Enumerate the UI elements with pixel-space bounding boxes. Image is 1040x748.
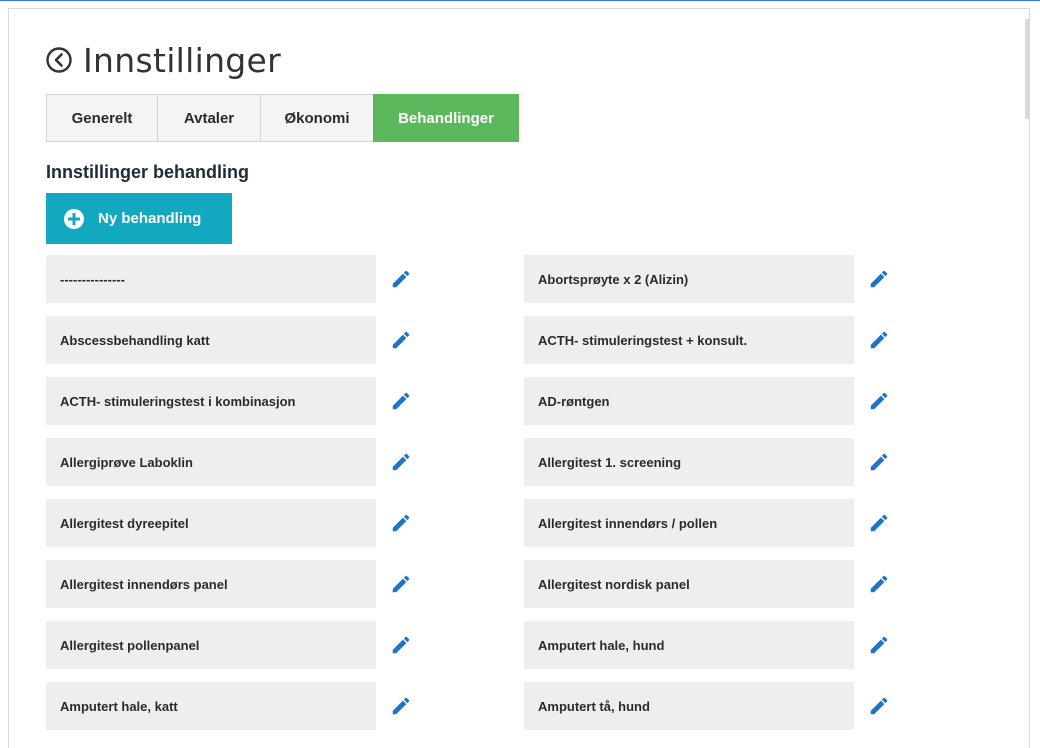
treatment-item[interactable]: ---------------	[46, 255, 376, 303]
pencil-icon[interactable]	[386, 386, 416, 416]
chevron-left-circle-icon[interactable]	[44, 45, 74, 75]
treatment-row: Allergitest dyreepitel	[46, 499, 416, 547]
treatment-row: Amputert tå, hund	[524, 682, 894, 730]
treatment-item[interactable]: Abortsprøyte x 2 (Alizin)	[524, 255, 854, 303]
page-title: Innstillinger	[83, 40, 282, 80]
treatment-item[interactable]: Allergitest innendørs panel	[46, 560, 376, 608]
treatment-row: Abscessbehandling katt	[46, 316, 416, 364]
treatment-item[interactable]: Allergitest innendørs / pollen	[524, 499, 854, 547]
treatment-item[interactable]: Abscessbehandling katt	[46, 316, 376, 364]
treatment-item[interactable]: Amputert tå, hund	[524, 682, 854, 730]
new-treatment-button[interactable]: Ny behandling	[46, 193, 232, 244]
treatment-item[interactable]: Allergitest nordisk panel	[524, 560, 854, 608]
treatment-row: AD-røntgen	[524, 377, 894, 425]
treatment-row: Amputert hale, hund	[524, 621, 894, 669]
treatment-row: Allergitest nordisk panel	[524, 560, 894, 608]
pencil-icon[interactable]	[864, 447, 894, 477]
pencil-icon[interactable]	[386, 325, 416, 355]
pencil-icon[interactable]	[386, 447, 416, 477]
pencil-icon[interactable]	[386, 508, 416, 538]
treatment-item[interactable]: Allergitest dyreepitel	[46, 499, 376, 547]
pencil-icon[interactable]	[864, 630, 894, 660]
pencil-icon[interactable]	[864, 691, 894, 721]
pencil-icon[interactable]	[864, 569, 894, 599]
tab-generelt[interactable]: Generelt	[46, 94, 157, 142]
treatment-row: Amputert hale, katt	[46, 682, 416, 730]
treatment-item[interactable]: Amputert hale, hund	[524, 621, 854, 669]
tab-avtaler[interactable]: Avtaler	[157, 94, 260, 142]
pencil-icon[interactable]	[864, 325, 894, 355]
treatment-item[interactable]: Allergitest 1. screening	[524, 438, 854, 486]
page-header: Innstillinger	[44, 36, 281, 84]
treatment-row: ---------------	[46, 255, 416, 303]
treatment-row: Allergiprøve Laboklin	[46, 438, 416, 486]
pencil-icon[interactable]	[386, 691, 416, 721]
treatment-item[interactable]: AD-røntgen	[524, 377, 854, 425]
scrollbar[interactable]	[1025, 19, 1029, 119]
tab-okonomi[interactable]: Økonomi	[260, 94, 373, 142]
pencil-icon[interactable]	[864, 264, 894, 294]
plus-circle-icon	[64, 208, 84, 229]
pencil-icon[interactable]	[864, 386, 894, 416]
pencil-icon[interactable]	[386, 569, 416, 599]
pencil-icon[interactable]	[386, 264, 416, 294]
settings-tabs: Generelt Avtaler Økonomi Behandlinger	[46, 94, 519, 142]
treatment-row: Allergitest pollenpanel	[46, 621, 416, 669]
treatment-item[interactable]: ACTH- stimuleringstest + konsult.	[524, 316, 854, 364]
treatment-row: ACTH- stimuleringstest i kombinasjon	[46, 377, 416, 425]
treatment-item[interactable]: ACTH- stimuleringstest i kombinasjon	[46, 377, 376, 425]
treatment-row: Allergitest innendørs panel	[46, 560, 416, 608]
new-treatment-label: Ny behandling	[98, 210, 202, 227]
treatment-row: Abortsprøyte x 2 (Alizin)	[524, 255, 894, 303]
treatment-row: ACTH- stimuleringstest + konsult.	[524, 316, 894, 364]
tab-behandlinger[interactable]: Behandlinger	[373, 94, 519, 142]
treatment-row: Allergitest 1. screening	[524, 438, 894, 486]
pencil-icon[interactable]	[864, 508, 894, 538]
top-border	[0, 0, 1040, 1]
treatment-item[interactable]: Allergiprøve Laboklin	[46, 438, 376, 486]
treatment-list-left: --------------- Abscessbehandling katt ACT…	[46, 255, 416, 743]
treatment-row: Allergitest innendørs / pollen	[524, 499, 894, 547]
treatment-list-right: Abortsprøyte x 2 (Alizin) ACTH- stimuleri…	[524, 255, 894, 743]
section-title: Innstillinger behandling	[46, 162, 250, 182]
treatment-item[interactable]: Allergitest pollenpanel	[46, 621, 376, 669]
treatment-item[interactable]: Amputert hale, katt	[46, 682, 376, 730]
pencil-icon[interactable]	[386, 630, 416, 660]
